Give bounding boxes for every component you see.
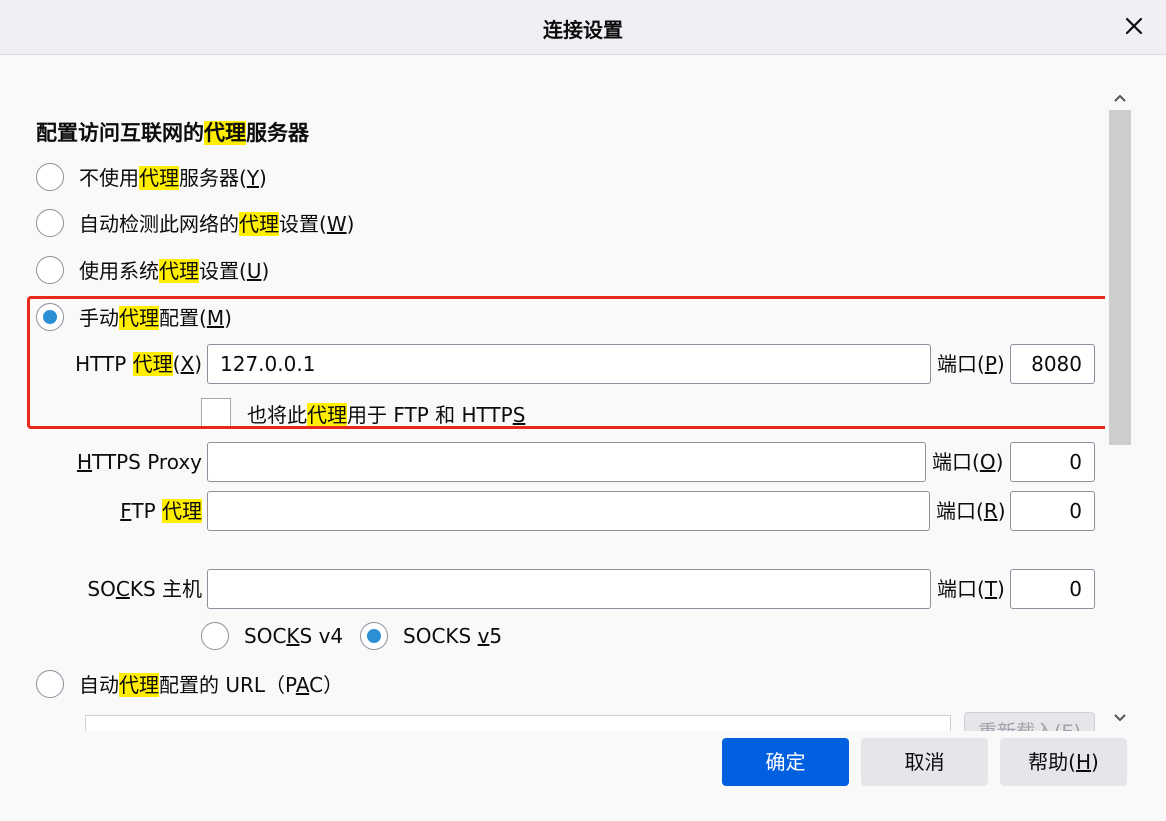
close-icon[interactable] xyxy=(1120,12,1148,40)
scrollbar-thumb[interactable] xyxy=(1109,110,1131,445)
radio-socks-v4-label: SOCKS v4 xyxy=(244,624,344,648)
socks-host-label: SOCKS 主机 xyxy=(87,577,202,601)
also-use-label: 也将此代理用于 FTP 和 HTTPS xyxy=(247,402,526,427)
radio-socks-v5-circle[interactable] xyxy=(360,622,388,650)
radio-system-proxy-label: 使用系统代理设置(U) xyxy=(79,259,270,283)
http-port-input[interactable]: 8080 xyxy=(1010,344,1095,384)
http-proxy-input[interactable]: 127.0.0.1 xyxy=(207,344,931,384)
ftp-proxy-label: FTP 代理 xyxy=(120,499,202,523)
radio-system-proxy-circle[interactable] xyxy=(36,255,64,284)
radio-auto-detect[interactable]: 自动检测此网络的代理设置(W) xyxy=(36,208,354,237)
radio-manual-proxy-label: 手动代理配置(M) xyxy=(79,306,232,330)
radio-pac-url[interactable]: 自动代理配置的 URL（PAC） xyxy=(36,669,343,698)
https-port-label: 端口(O) xyxy=(932,450,1004,474)
socks-host-input[interactable] xyxy=(207,569,931,609)
radio-no-proxy-circle[interactable] xyxy=(36,162,64,191)
cancel-button[interactable]: 取消 xyxy=(861,738,988,786)
radio-manual-proxy[interactable]: 手动代理配置(M) xyxy=(36,302,232,331)
http-proxy-label: HTTP 代理(X) xyxy=(75,352,202,376)
https-proxy-label: HTTPS Proxy xyxy=(76,450,202,474)
radio-no-proxy-label: 不使用代理服务器(Y) xyxy=(79,166,267,190)
scroll-up-icon[interactable] xyxy=(1107,86,1133,110)
help-button[interactable]: 帮助(H) xyxy=(1000,738,1127,786)
radio-no-proxy[interactable]: 不使用代理服务器(Y) xyxy=(36,162,267,191)
dialog-content: 配置访问互联网的代理服务器 不使用代理服务器(Y) 自动检测此网络的代理设置(W… xyxy=(0,55,1105,731)
socks-port-label: 端口(T) xyxy=(937,577,1005,601)
ftp-proxy-input[interactable] xyxy=(207,491,930,531)
dialog-titlebar: 连接设置 xyxy=(0,0,1166,55)
scroll-down-icon[interactable] xyxy=(1107,706,1133,730)
radio-pac-url-circle[interactable] xyxy=(36,669,64,698)
http-port-label: 端口(P) xyxy=(937,352,1005,376)
radio-socks-v4-circle[interactable] xyxy=(201,622,229,650)
dialog-title: 连接设置 xyxy=(543,18,623,42)
ok-button[interactable]: 确定 xyxy=(722,738,849,786)
also-use-checkbox[interactable] xyxy=(201,398,231,428)
section-heading: 配置访问互联网的代理服务器 xyxy=(36,121,309,145)
https-proxy-input[interactable] xyxy=(207,442,926,482)
socks-port-input[interactable]: 0 xyxy=(1010,569,1095,609)
pac-url-input[interactable] xyxy=(85,715,951,731)
radio-auto-detect-label: 自动检测此网络的代理设置(W) xyxy=(79,212,355,236)
ftp-port-label: 端口(R) xyxy=(936,499,1006,523)
vertical-scrollbar[interactable] xyxy=(1107,86,1133,734)
radio-system-proxy[interactable]: 使用系统代理设置(U) xyxy=(36,255,269,284)
radio-auto-detect-circle[interactable] xyxy=(36,208,64,237)
also-use-for-ftp-https[interactable]: 也将此代理用于 FTP 和 HTTPS xyxy=(201,398,525,428)
radio-pac-url-label: 自动代理配置的 URL（PAC） xyxy=(79,673,344,697)
radio-socks-v5-label: SOCKS v5 xyxy=(403,624,503,648)
ftp-port-input[interactable]: 0 xyxy=(1010,491,1095,531)
reload-button[interactable]: 重新载入(E) xyxy=(964,712,1095,731)
radio-socks-v4[interactable]: SOCKS v4 xyxy=(201,622,343,650)
radio-manual-proxy-circle[interactable] xyxy=(36,302,64,331)
https-port-input[interactable]: 0 xyxy=(1010,442,1095,482)
radio-socks-v5[interactable]: SOCKS v5 xyxy=(360,622,502,650)
